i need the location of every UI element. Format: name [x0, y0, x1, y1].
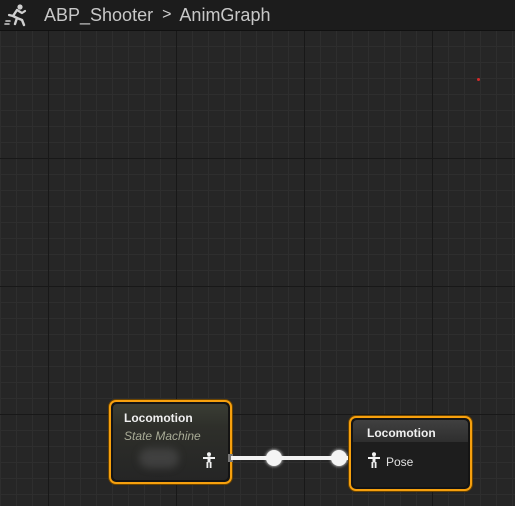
wire-reroute-dot[interactable]	[331, 450, 347, 466]
breadcrumb-separator-icon: >	[162, 6, 172, 23]
output-pose-node[interactable]: Locomotion Pose	[349, 416, 472, 491]
output-pose-node-title: Locomotion	[367, 426, 436, 440]
breadcrumb: ABP_Shooter > AnimGraph	[0, 0, 515, 31]
wire-reroute-dot[interactable]	[266, 450, 282, 466]
pose-input-pin-icon[interactable]	[367, 451, 381, 473]
breadcrumb-graph-link[interactable]: AnimGraph	[179, 5, 270, 26]
animation-blueprint-icon	[4, 2, 34, 28]
state-machine-node[interactable]: Locomotion State Machine	[109, 400, 232, 484]
breadcrumb-blueprint-link[interactable]: ABP_Shooter	[44, 5, 153, 26]
pose-input-pin[interactable]: Pose	[353, 451, 414, 473]
state-machine-preview	[139, 448, 179, 468]
graph-marker-dot	[477, 78, 480, 81]
pose-output-pin-icon[interactable]	[202, 452, 216, 473]
state-machine-node-subtitle: State Machine	[124, 429, 201, 443]
pose-input-pin-label: Pose	[386, 455, 414, 469]
state-machine-node-title: Locomotion	[124, 411, 193, 425]
